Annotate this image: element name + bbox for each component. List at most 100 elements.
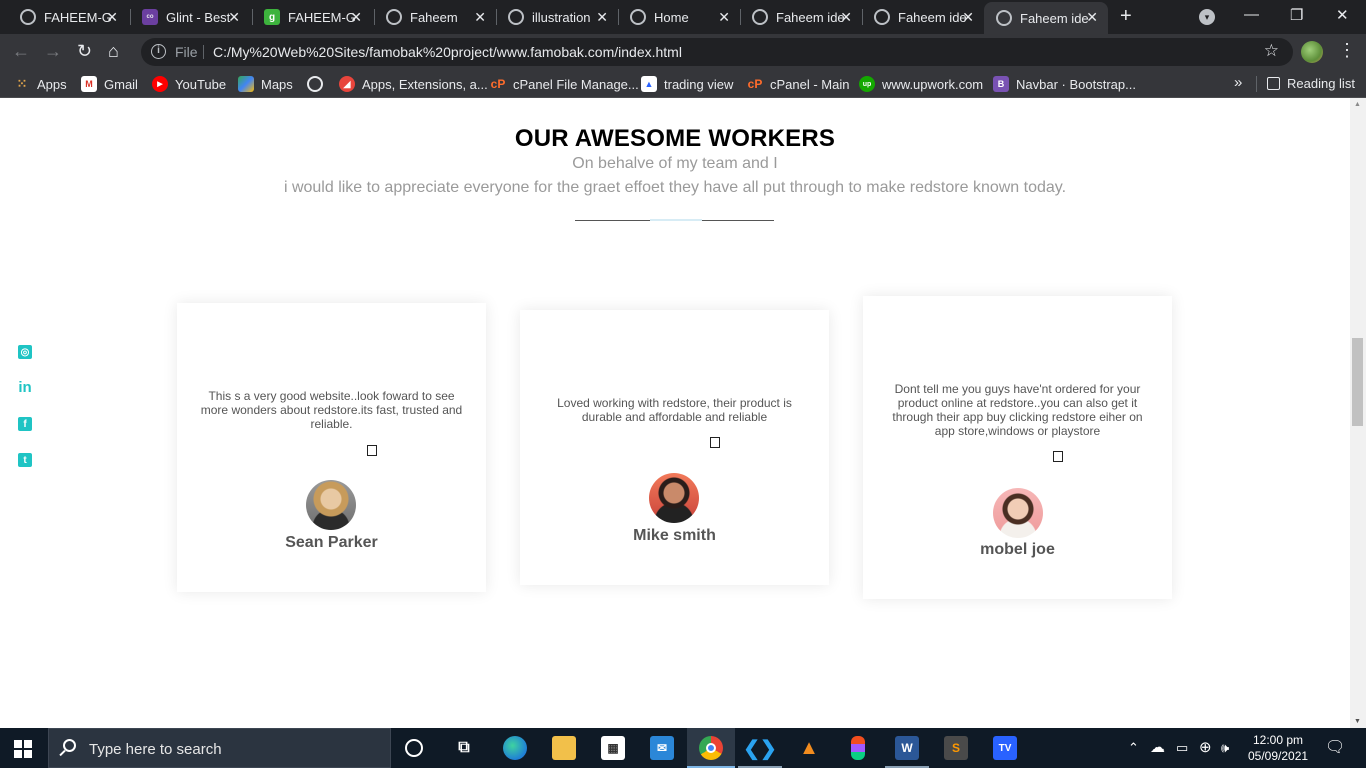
cortana-icon[interactable] [405,739,423,757]
tab[interactable]: Faheem ide ✕ [740,0,862,34]
close-tab-icon[interactable]: ✕ [350,9,362,26]
profile-avatar[interactable] [1301,41,1323,63]
tradingview-app-icon[interactable]: TV [993,736,1017,760]
mail-icon[interactable]: ✉ [650,736,674,760]
bookmark-tradingview[interactable]: ▲ trading view [641,76,733,92]
clock[interactable]: 12:00 pm 05/09/2021 [1248,732,1308,764]
close-tab-icon[interactable]: ✕ [474,9,486,26]
linkedin-icon[interactable]: in [18,379,32,396]
info-icon[interactable]: i [151,44,166,59]
testimonial-quote: Dont tell me you guys have'nt ordered fo… [892,382,1143,438]
scroll-up-icon[interactable]: ▲ [1354,101,1361,108]
figma-icon[interactable] [851,736,865,760]
close-tab-icon[interactable]: ✕ [596,9,608,26]
url-text[interactable]: C:/My%20Web%20Sites/famobak%20project/ww… [213,44,682,60]
tray-chevron-icon[interactable]: ⌃ [1128,740,1139,756]
scroll-down-icon[interactable]: ▼ [1354,718,1361,725]
bookmark-label: cPanel - Main [770,76,850,92]
gmail-icon: M [81,76,97,92]
testimonial-card: This s a very good website..look foward … [177,303,486,592]
search-placeholder: Type here to search [89,741,222,758]
windows-start-icon[interactable] [14,740,32,758]
tab[interactable]: co Glint - Best ✕ [130,0,250,34]
close-tab-icon[interactable]: ✕ [718,9,730,26]
chrome-icon[interactable] [699,736,723,760]
menu-dots-icon[interactable]: ⋮ [1338,40,1356,61]
edge-icon[interactable] [503,736,527,760]
instagram-icon[interactable]: ◎ [18,345,32,359]
chrome-center-dot [706,743,716,753]
globe-icon [874,9,890,25]
home-icon[interactable]: ⌂ [108,41,119,62]
tab-strip: FAHEEM-G ✕ co Glint - Best ✕ g FAHEEM-G … [0,0,1366,34]
cpanel-icon: cP [747,77,763,91]
bookmark-youtube[interactable]: ▶ YouTube [152,76,226,92]
minimize-icon[interactable]: — [1244,6,1259,23]
tab[interactable]: Faheem ✕ [374,0,496,34]
facebook-icon[interactable]: f [18,417,32,431]
bookmark-cpanel-main[interactable]: cP cPanel - Main [747,76,850,92]
page-content: OUR AWESOME WORKERS On behalve of my tea… [0,98,1350,728]
bookmark-label: cPanel File Manage... [513,76,639,92]
close-window-icon[interactable]: ✕ [1336,6,1349,24]
tab[interactable]: illustration ✕ [496,0,618,34]
back-arrow-icon[interactable]: ← [12,41,30,62]
page-scrollbar[interactable]: ▲ ▼ [1350,98,1366,728]
taskbar-search-box[interactable]: Type here to search [48,728,391,768]
tab[interactable]: Home ✕ [618,0,740,34]
tab-search-icon[interactable]: ▾ [1199,9,1215,25]
tab[interactable]: g FAHEEM-G ✕ [252,0,372,34]
bookmarks-more-button[interactable]: » [1234,74,1242,91]
bootstrap-icon: B [993,76,1009,92]
close-tab-icon[interactable]: ✕ [840,9,852,26]
address-bar[interactable]: i File C:/My%20Web%20Sites/famobak%20pro… [141,38,1293,66]
close-tab-icon[interactable]: ✕ [106,9,118,26]
tab[interactable]: Faheem ide ✕ [862,0,984,34]
tab[interactable]: FAHEEM-G ✕ [8,0,128,34]
file-explorer-icon[interactable] [552,736,576,760]
notification-icon[interactable]: 🗨 [1325,737,1345,757]
tab-title: Faheem ide [1020,10,1089,26]
bookmark-globe[interactable] [307,76,330,92]
testimonial-card: Dont tell me you guys have'nt ordered fo… [863,296,1172,599]
globe-icon [996,10,1012,26]
vscode-icon[interactable]: ❮❯ [743,736,777,760]
network-icon[interactable]: ⊕ [1199,738,1212,756]
volume-icon[interactable]: 🕪 [1221,740,1229,756]
search-icon [63,739,76,752]
section-subtitle: On behalve of my team and I [572,155,778,172]
scrollbar-thumb[interactable] [1352,338,1363,426]
close-tab-icon[interactable]: ✕ [1086,9,1098,26]
section-title: OUR AWESOME WORKERS [514,125,836,152]
forward-arrow-icon[interactable]: → [44,41,62,62]
onedrive-icon[interactable]: ☁ [1150,738,1165,756]
close-tab-icon[interactable]: ✕ [962,9,974,26]
reading-list[interactable]: Reading list [1267,76,1355,91]
new-tab-button[interactable]: + [1120,5,1132,28]
bookmark-star-icon[interactable]: ☆ [1264,41,1279,61]
bookmark-upwork[interactable]: up www.upwork.com [859,76,983,92]
bookmark-cpanel-file[interactable]: cP cPanel File Manage... [490,76,639,92]
bookmark-bootstrap[interactable]: B Navbar · Bootstrap... [993,76,1136,92]
store-icon[interactable]: ▦ [601,736,625,760]
close-tab-icon[interactable]: ✕ [228,9,240,26]
tab-active[interactable]: Faheem ide ✕ [984,2,1108,34]
tab-title: Home [654,9,689,25]
word-icon[interactable]: W [895,736,919,760]
bookmark-gmail[interactable]: M Gmail [81,76,138,92]
bookmark-apps[interactable]: ⁙ Apps [14,76,67,92]
bookmark-maps[interactable]: Maps [238,76,293,92]
vlc-icon[interactable]: ▲ [797,736,821,760]
worker-name: mobel joe [980,541,1055,558]
testimonial-quote: This s a very good website..look foward … [200,389,463,431]
sublime-icon[interactable]: S [944,736,968,760]
bookmarks-bar: ⁙ Apps M Gmail ▶ YouTube Maps ◢ Apps, Ex… [0,70,1366,98]
twitter-icon[interactable]: t [18,453,32,467]
avatar [306,480,356,530]
bookmark-extensions[interactable]: ◢ Apps, Extensions, a... [339,76,488,92]
battery-icon[interactable]: ▭ [1176,740,1188,756]
bookmark-label: Navbar · Bootstrap... [1016,76,1136,92]
reload-icon[interactable]: ↻ [77,41,92,62]
task-view-icon[interactable]: ⧉ [452,736,476,760]
restore-icon[interactable]: ❐ [1290,6,1303,24]
